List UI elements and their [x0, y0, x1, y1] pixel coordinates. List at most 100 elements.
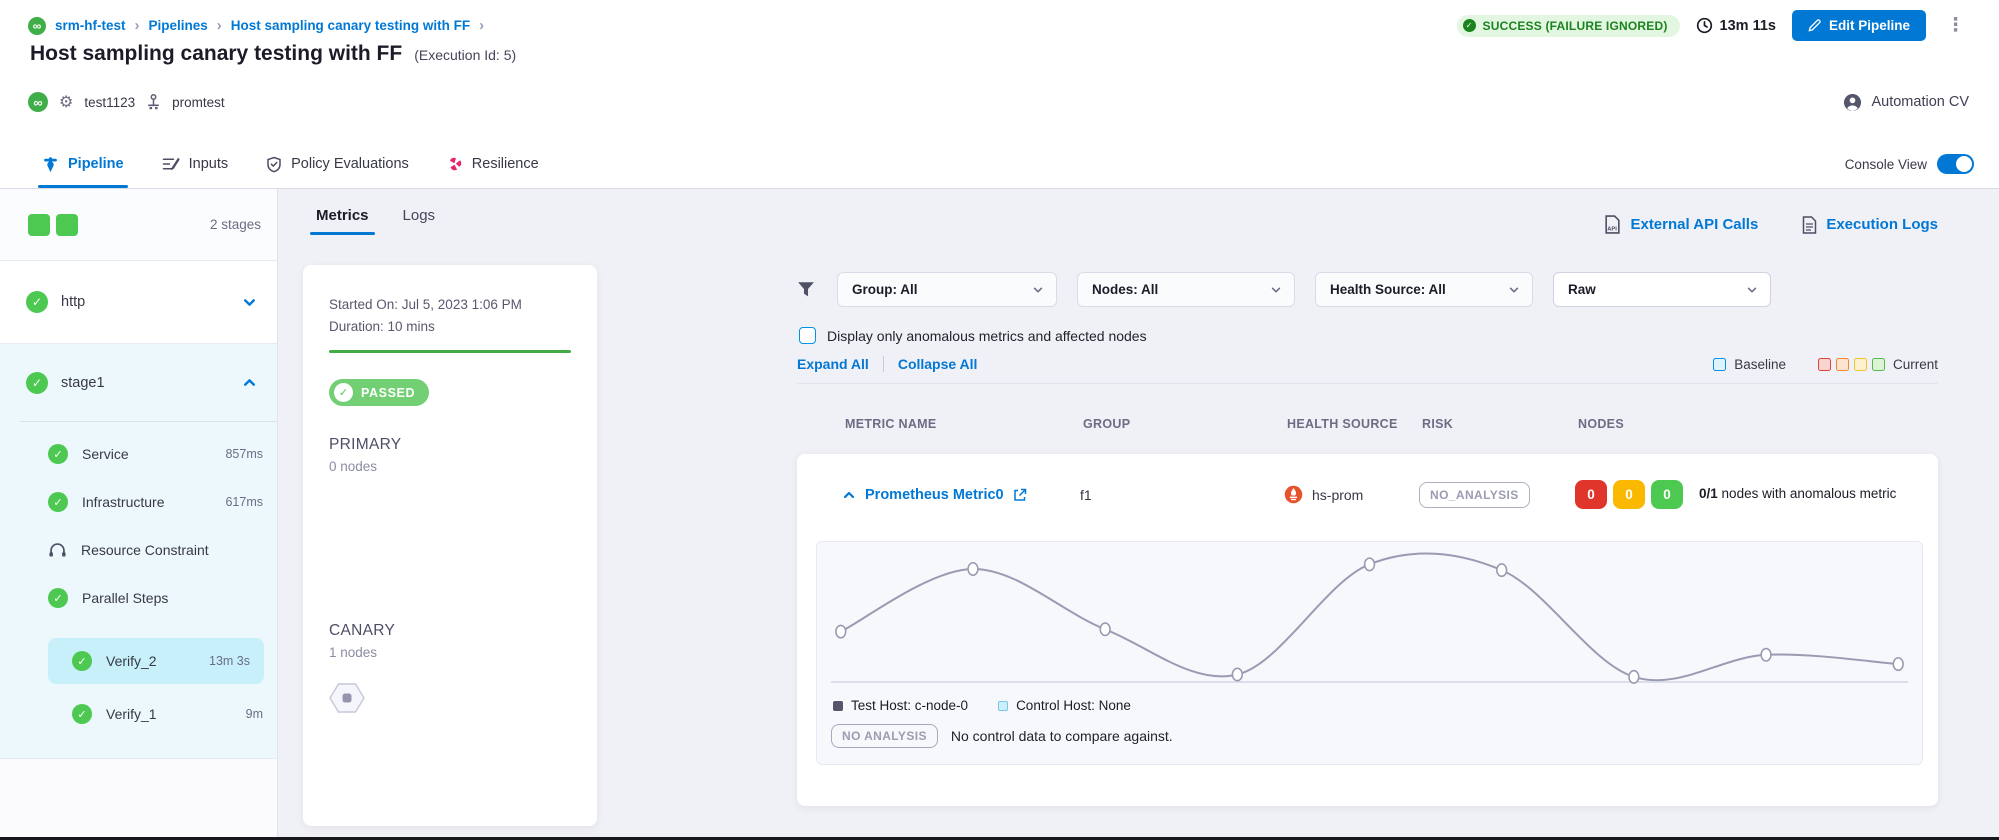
chevron-down-icon [1270, 284, 1282, 296]
filter-icon[interactable] [797, 281, 815, 298]
chevron-down-icon[interactable] [242, 295, 257, 310]
passed-label: PASSED [361, 386, 415, 400]
anomalous-nodes-summary: 0/1 nodes with anomalous metric [1699, 485, 1896, 503]
sidebar-step-infrastructure[interactable]: ✓ Infrastructure 617ms [0, 478, 277, 526]
metric-chart-panel: Test Host: c-node-0 Control Host: None N… [816, 541, 1923, 765]
elapsed-time-label: 13m 11s [1720, 18, 1776, 34]
control-host-legend-item: Control Host: None [998, 698, 1131, 713]
health-source-filter-value: Health Source: All [1330, 282, 1446, 297]
nodes-filter-dropdown[interactable]: Nodes: All [1077, 272, 1295, 307]
pipeline-execution-page: ∞ srm-hf-test › Pipelines › Host samplin… [0, 0, 1999, 840]
body-area: 2 stages ✓ http ✓ stage1 ✓ Service [0, 189, 1999, 840]
resilience-icon [447, 156, 463, 172]
step-label: Service [82, 446, 225, 462]
metric-group: f1 [1080, 487, 1284, 503]
execution-logs-label: Execution Logs [1826, 216, 1938, 233]
divider [797, 383, 1938, 384]
external-api-calls-link[interactable]: API External API Calls [1604, 215, 1758, 234]
tab-resilience-label: Resilience [472, 156, 539, 172]
sidebar-step-service[interactable]: ✓ Service 857ms [0, 430, 277, 478]
clock-icon [1696, 17, 1713, 34]
no-analysis-note: NO ANALYSIS No control data to compare a… [831, 724, 1908, 748]
primary-label: PRIMARY [329, 436, 571, 454]
group-filter-dropdown[interactable]: Group: All [837, 272, 1057, 307]
breadcrumb-separator: › [479, 17, 484, 34]
stage1-section: ✓ stage1 ✓ Service 857ms ✓ Infrastructur… [0, 344, 277, 759]
service-tag: test1123 [84, 95, 135, 110]
divider [883, 356, 884, 372]
success-check-icon: ✓ [1463, 19, 1476, 32]
sidebar-step-verify-2[interactable]: ✓ Verify_2 13m 3s [48, 638, 264, 684]
status-badge: ✓ SUCCESS (FAILURE IGNORED) [1457, 15, 1680, 37]
header-metric-name: METRIC NAME [845, 417, 1083, 431]
yellow-node-count-badge: 0 [1613, 480, 1645, 509]
expand-all-link[interactable]: Expand All [797, 356, 869, 372]
step-duration: 9m [246, 707, 263, 721]
shield-check-icon [266, 156, 282, 173]
success-check-icon: ✓ [48, 444, 68, 464]
node-hexagon-icon[interactable] [329, 682, 365, 714]
harness-logo-icon: ∞ [28, 92, 48, 112]
breadcrumb-separator: › [135, 17, 140, 34]
stage-count: 2 stages [210, 217, 261, 232]
breadcrumb-pipelines[interactable]: Pipelines [149, 18, 208, 33]
metric-line-chart [831, 548, 1908, 694]
tab-pipeline-label: Pipeline [68, 156, 124, 172]
tab-resilience[interactable]: Resilience [447, 140, 539, 188]
external-link-icon[interactable] [1013, 488, 1027, 502]
edit-pipeline-label: Edit Pipeline [1829, 18, 1910, 33]
tab-policy-evaluations[interactable]: Policy Evaluations [266, 140, 409, 188]
tab-inputs[interactable]: Inputs [162, 140, 229, 188]
risk-badge: NO_ANALYSIS [1419, 482, 1530, 508]
sidebar-step-resource-constraint[interactable]: Resource Constraint [0, 526, 277, 574]
tags-row: ∞ ⚙ test1123 promtest Automation CV [28, 92, 1969, 112]
tab-metrics[interactable]: Metrics [316, 207, 369, 235]
green-node-count-badge: 0 [1651, 480, 1683, 509]
console-view-toggle[interactable] [1937, 154, 1974, 174]
external-api-calls-label: External API Calls [1630, 216, 1758, 233]
baseline-legend-label: Baseline [1734, 357, 1786, 372]
passed-badge: ✓ PASSED [329, 379, 429, 406]
data-mode-dropdown[interactable]: Raw [1553, 272, 1771, 307]
page-title: Host sampling canary testing with FF [30, 42, 402, 66]
api-document-icon: API [1604, 215, 1621, 234]
collapse-all-link[interactable]: Collapse All [898, 356, 978, 372]
sidebar-stage-stage1[interactable]: ✓ stage1 [0, 344, 277, 421]
anomalous-only-label: Display only anomalous metrics and affec… [827, 328, 1147, 344]
header-health-source: HEALTH SOURCE [1287, 417, 1422, 431]
sidebar-stage-http[interactable]: ✓ http [0, 261, 277, 344]
tab-logs[interactable]: Logs [403, 207, 436, 235]
success-check-icon: ✓ [72, 704, 92, 724]
edit-pipeline-button[interactable]: Edit Pipeline [1792, 10, 1926, 41]
test-host-label: Test Host: c-node-0 [851, 698, 968, 713]
breadcrumb-separator: › [217, 17, 222, 34]
test-host-legend-item: Test Host: c-node-0 [833, 698, 968, 713]
metric-name-link[interactable]: Prometheus Metric0 [865, 487, 1004, 503]
data-point-markers [836, 558, 1903, 683]
sidebar-step-verify-1[interactable]: ✓ Verify_1 9m [0, 690, 277, 738]
breadcrumb-pipeline-name[interactable]: Host sampling canary testing with FF [231, 18, 470, 33]
anomalous-nodes-ratio: 0/1 [1699, 486, 1718, 501]
chevron-down-icon [1032, 284, 1044, 296]
tab-pipeline[interactable]: Pipeline [42, 140, 124, 188]
harness-logo-icon: ∞ [28, 17, 46, 35]
main-tabbar: Pipeline Inputs Policy Evaluations Resil… [0, 140, 1999, 189]
collapse-chevron-icon[interactable] [842, 488, 856, 502]
status-badge-label: SUCCESS (FAILURE IGNORED) [1483, 19, 1668, 33]
kebab-menu-icon[interactable]: ⋮ [1942, 14, 1969, 37]
metrics-analysis-panel: API External API Calls Execution Logs Gr… [797, 189, 1938, 840]
primary-node-count: 0 nodes [329, 459, 571, 474]
breadcrumb-project[interactable]: srm-hf-test [55, 18, 126, 33]
health-source-filter-dropdown[interactable]: Health Source: All [1315, 272, 1533, 307]
triggered-by-user: Automation CV [1843, 93, 1969, 112]
execution-logs-link[interactable]: Execution Logs [1802, 215, 1938, 234]
health-source-name: hs-prom [1312, 487, 1363, 503]
verification-summary-card: Started On: Jul 5, 2023 1:06 PM Duration… [303, 265, 597, 826]
inputs-icon [162, 156, 180, 172]
header-group: GROUP [1083, 417, 1287, 431]
anomalous-only-checkbox[interactable] [799, 327, 816, 344]
chart-legend: Test Host: c-node-0 Control Host: None [831, 698, 1908, 713]
test-host-swatch [833, 701, 843, 711]
chevron-up-icon[interactable] [242, 375, 257, 390]
sidebar-step-parallel-steps[interactable]: ✓ Parallel Steps [0, 574, 277, 622]
